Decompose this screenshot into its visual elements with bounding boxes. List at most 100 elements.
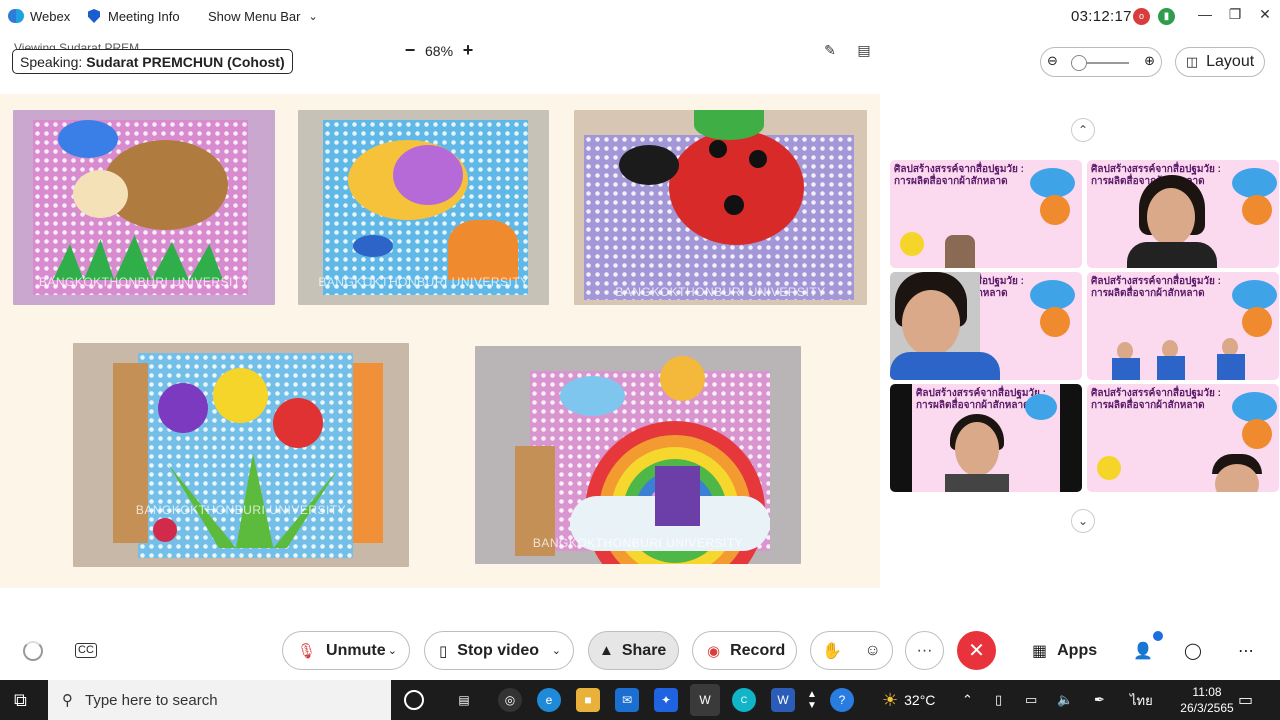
chat-bubble-icon: ◯ [1184, 643, 1202, 660]
show-menu-bar-button[interactable]: Show Menu Bar ⌄ [208, 0, 318, 32]
webex-taskbar-icon[interactable]: W [690, 684, 720, 716]
canva-icon[interactable]: C [732, 688, 756, 712]
start-button[interactable]: ⧉ [14, 680, 27, 720]
participants-button[interactable]: 👤 [1133, 631, 1163, 665]
timer-text: 03:12:17 [1071, 7, 1132, 25]
stop-video-button[interactable]: ▯ Stop video ⌄ [424, 631, 574, 670]
meeting-info-button[interactable]: Meeting Info [88, 0, 180, 32]
chevron-down-icon[interactable]: ⌄ [552, 644, 561, 657]
taskbar-search-box[interactable]: ⚲ Type here to search [48, 680, 391, 720]
file-explorer-icon[interactable]: ■ [576, 688, 600, 712]
share-view-options-icon[interactable]: ▤ [855, 41, 873, 59]
apps-button[interactable]: ▦ Apps [1032, 637, 1097, 665]
title-bar: Webex Meeting Info Show Menu Bar ⌄ 03:12… [0, 0, 1280, 32]
clock-date: 26/3/2565 [1180, 701, 1234, 715]
usb-icon[interactable]: ▯ [995, 680, 1002, 720]
apps-label: Apps [1057, 642, 1098, 659]
speaker-name: Sudarat PREMCHUN (Cohost) [86, 53, 285, 70]
tile-slide-title: ศิลปสร้างสรรค์จากสื่อปฐมวัย : การผลิตสื่… [1091, 276, 1222, 299]
notification-center-icon[interactable]: ▭ [1238, 680, 1253, 720]
video-tile[interactable]: ศิลปสร้างสรรค์จากสื่อปฐมวัย : การผลิตสื่… [1087, 272, 1279, 380]
unmute-label: Unmute [326, 641, 386, 659]
mic-muted-icon: 🎙 [297, 642, 317, 660]
photo-hedgehog-cube: BANGKOKTHONBURI UNIVERSITY [13, 110, 275, 305]
record-icon: ◉ [707, 642, 721, 660]
search-icon: ⚲ [62, 692, 73, 709]
mail-icon[interactable]: ✉ [615, 688, 639, 712]
edge-icon[interactable]: e [537, 688, 561, 712]
watermark-text: BANGKOKTHONBURI UNIVERSITY [532, 536, 744, 550]
network-health-indicator[interactable]: ▮ [1158, 0, 1175, 32]
chevron-down-icon: ⌄ [308, 10, 318, 23]
show-menu-bar-label: Show Menu Bar [208, 8, 301, 24]
minimize-button[interactable]: — [1190, 0, 1220, 28]
meeting-info-label: Meeting Info [108, 8, 180, 24]
weather-sun-icon: ☀ [882, 689, 899, 710]
restore-button[interactable]: ❐ [1220, 0, 1250, 28]
task-view-icon[interactable]: ▤ [452, 688, 476, 712]
webex-logo-icon [8, 9, 24, 23]
photo-ladybug-cube: BANGKOKTHONBURI UNIVERSITY [574, 110, 867, 305]
annotate-icon[interactable]: ✎ [821, 41, 839, 59]
record-label: Record [730, 641, 786, 659]
slider-thumb[interactable] [1071, 55, 1087, 71]
weather-widget[interactable]: ☀ 32°C [882, 680, 935, 720]
overflow-menu-button[interactable]: ⋯ [1238, 637, 1254, 665]
browser-icon[interactable]: ◎ [498, 688, 522, 712]
help-icon[interactable]: ? [830, 688, 854, 712]
clock-time: 11:08 [1192, 685, 1222, 699]
show-hidden-icons-button[interactable]: ⌃ [962, 680, 973, 720]
loading-indicator-icon [23, 641, 43, 661]
reactions-icon[interactable]: ☺ [864, 642, 880, 660]
app-title: Webex [8, 0, 70, 32]
video-tile[interactable]: ศิลปสร้างสรรค์จากสื่อปฐมวัย : การผลิตสื่… [1087, 384, 1279, 492]
raise-hand-icon[interactable]: ✋ [822, 641, 842, 661]
volume-icon[interactable]: 🔈 [1057, 680, 1073, 720]
taskbar-scroll-icon[interactable]: ▲ ▼ [807, 680, 817, 720]
chat-button[interactable]: ◯ [1184, 637, 1202, 665]
video-tile[interactable]: ศิลปสร้างสรรค์จากสื่อปฐมวัย : การผลิตสื่… [890, 160, 1082, 268]
temperature-text: 32°C [904, 692, 936, 708]
video-tile[interactable]: ศิลปสร้างสรรค์จากสื่อปฐมวัย : การผลิตสื่… [1087, 160, 1279, 268]
reactions-group: ✋ ☺ [810, 631, 893, 670]
unmute-button[interactable]: 🎙 Unmute ⌄ [282, 631, 410, 670]
scroll-up-button[interactable]: ⌃ [1071, 118, 1095, 142]
close-window-button[interactable]: ✕ [1250, 0, 1280, 28]
app-name: Webex [30, 8, 71, 24]
photo-flowers-cube: BANGKOKTHONBURI UNIVERSITY [73, 343, 409, 567]
layout-label: Layout [1206, 53, 1255, 70]
speaking-prefix: Speaking: [20, 53, 83, 70]
watermark-text: BANGKOKTHONBURI UNIVERSITY [615, 285, 826, 299]
active-speaker-label: Speaking: Sudarat PREMCHUN (Cohost) [12, 49, 293, 74]
input-language-indicator[interactable]: ไทย [1130, 680, 1153, 720]
zoom-out-button[interactable]: − [402, 40, 418, 61]
share-button[interactable]: ▲ Share [588, 631, 679, 670]
shield-icon [88, 9, 100, 23]
video-camera-icon: ▯ [439, 642, 448, 660]
record-indicator-icon: o [1133, 7, 1150, 25]
end-call-button[interactable]: ✕ [957, 631, 996, 670]
scroll-down-button[interactable]: ⌄ [1071, 509, 1095, 533]
word-icon[interactable]: W [771, 688, 795, 712]
more-options-button[interactable]: ··· [905, 631, 944, 670]
record-button[interactable]: ◉ Record [692, 631, 797, 670]
layout-button[interactable]: ◫ Layout [1175, 47, 1265, 77]
cortana-icon[interactable] [404, 690, 424, 710]
windows-logo-icon: ⧉ [14, 689, 27, 710]
video-tile[interactable]: ศิลปสร้างสรรค์จากสื่อปฐมวัย : การผลิตสื่… [890, 384, 1082, 492]
photo-fish-cube: BANGKOKTHONBURI UNIVERSITY [298, 110, 549, 305]
video-tile[interactable]: ศิลปสร้างสรรค์จากสื่อปฐมวัย : การผลิตสื่… [890, 272, 1082, 380]
ellipsis-icon: ⋯ [1238, 643, 1254, 660]
clock[interactable]: 11:08 26/3/2565 [1170, 680, 1244, 720]
dropbox-icon[interactable]: ✦ [654, 688, 678, 712]
closed-captions-icon[interactable]: CC [75, 643, 97, 658]
recording-indicator[interactable]: o [1133, 0, 1150, 32]
pen-icon[interactable]: ✒ [1094, 680, 1105, 720]
share-screen-icon: ▲ [599, 642, 614, 659]
video-size-slider[interactable]: ⊖ ⊕ [1040, 47, 1162, 77]
zoom-level: 68% [425, 43, 454, 59]
photo-rainbow-cube: BANGKOKTHONBURI UNIVERSITY [475, 346, 801, 564]
zoom-in-button[interactable]: + [460, 40, 476, 61]
chevron-down-icon[interactable]: ⌄ [388, 644, 397, 657]
battery-icon[interactable]: ▭ [1025, 680, 1037, 720]
